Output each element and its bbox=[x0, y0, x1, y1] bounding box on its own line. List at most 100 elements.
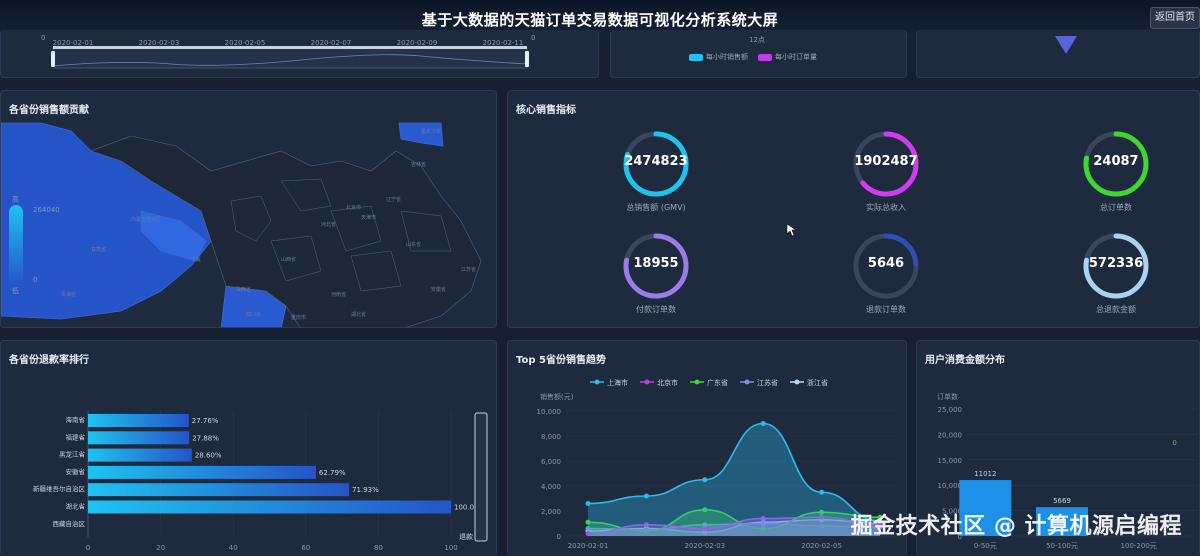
hourly-panel: 12点 每小时销售额 每小时订单量 bbox=[610, 30, 907, 78]
refund-rank-chart: 0 20 40 60 80 100 海南省 27.76% 福建省 27.88% 黑龙江省 28.60%… bbox=[33, 411, 488, 552]
bar-value-label: 62.79% bbox=[319, 469, 346, 477]
map-place-label: 山西省 bbox=[281, 256, 296, 263]
kpi-card: 18955 付款订单数 bbox=[596, 231, 716, 315]
map-place-label: 湖北省 bbox=[351, 311, 366, 318]
refund-rank-panel: 各省份退款率排行 0 20 40 60 80 100 海南省 27.76% 福建省 27.88% 黑… bbox=[0, 340, 497, 556]
refund-bar[interactable] bbox=[88, 483, 350, 497]
y-category-label: 安徽省 bbox=[66, 467, 86, 476]
y-category-label: 福建省 bbox=[66, 432, 86, 441]
map-place-label: 河南省 bbox=[331, 291, 346, 298]
data-point[interactable] bbox=[643, 493, 649, 499]
kpi-ring: 1902487 bbox=[851, 129, 921, 199]
x-tick-label: 100-200元 bbox=[1121, 542, 1157, 550]
zoom-selected-bar[interactable] bbox=[53, 46, 527, 49]
map-place-label: 安徽省 bbox=[431, 286, 446, 293]
legend-marker[interactable] bbox=[644, 379, 650, 385]
y-tick-label: 20,000 bbox=[938, 431, 963, 439]
data-point[interactable] bbox=[585, 501, 591, 506]
date-tick-label: 2020-02-11 bbox=[483, 39, 524, 47]
legend-hourly-orders[interactable]: 每小时订单量 bbox=[758, 52, 817, 62]
refund-bar[interactable] bbox=[88, 448, 192, 462]
watermark-text: 掘金技术社区 @ 计算机源启编程 bbox=[850, 514, 1182, 539]
date-tick-label: 2020-02-03 bbox=[139, 39, 180, 47]
page-title: 基于大数据的天猫订单交易数据可视化分析系统大屏 bbox=[421, 11, 779, 29]
map-place-label: 辽宁省 bbox=[386, 196, 401, 203]
legend-min-value: 0 bbox=[33, 276, 38, 284]
legend-hourly-sales[interactable]: 每小时销售额 bbox=[689, 52, 748, 62]
data-point[interactable] bbox=[702, 477, 708, 483]
legend-low-label: 低 bbox=[12, 287, 19, 295]
mouse-cursor-icon bbox=[786, 223, 797, 237]
date-tick-label: 2020-02-05 bbox=[225, 39, 266, 47]
y-axis-label: 订单数 bbox=[937, 392, 958, 401]
zoom-handle-right[interactable] bbox=[525, 51, 529, 67]
kpi-card: 24087 总订单数 bbox=[1056, 129, 1176, 213]
y-tick-label: 10,000 bbox=[537, 408, 562, 416]
kpi-value: 2474823 bbox=[624, 154, 688, 169]
refund-bar[interactable] bbox=[88, 431, 190, 445]
legend-label: 江苏省 bbox=[757, 378, 778, 387]
map-place-label: 北京市 bbox=[346, 204, 361, 211]
legend-gradient-bar[interactable] bbox=[9, 205, 23, 285]
back-home-button[interactable]: 返回首页 bbox=[1150, 7, 1200, 29]
legend-marker[interactable] bbox=[744, 379, 750, 385]
map-legend[interactable]: 高 264040 0 低 bbox=[9, 195, 60, 295]
kpi-ring: 5646 bbox=[851, 231, 921, 301]
kpi-card: 2474823 总销售额 (GMV) bbox=[596, 129, 716, 213]
x-tick-label: 20 bbox=[156, 544, 165, 552]
data-point[interactable] bbox=[819, 489, 825, 495]
legend-high-label: 高 bbox=[12, 196, 19, 204]
legend-label: 浙江省 bbox=[807, 378, 828, 387]
x-tick-label: 50-100元 bbox=[1046, 542, 1078, 550]
kpi-value: 18955 bbox=[633, 256, 679, 271]
legend-marker[interactable] bbox=[794, 379, 800, 385]
legend-marker[interactable] bbox=[594, 379, 600, 385]
legend-label: 广东省 bbox=[707, 378, 728, 387]
map-place-label: 江苏省 bbox=[461, 266, 476, 273]
map-place-label: 宁夏 bbox=[191, 256, 201, 263]
map-place-label: 陕西省 bbox=[236, 286, 251, 293]
x-tick-label: 0 bbox=[86, 544, 90, 552]
legend-marker[interactable] bbox=[694, 379, 700, 385]
kpi-ring: 24087 bbox=[1081, 129, 1151, 199]
map-place-label: 黑龙江省 bbox=[421, 128, 441, 135]
series-area bbox=[588, 423, 880, 536]
map-place-label: 天津市 bbox=[361, 214, 376, 221]
y-tick-label: 4,000 bbox=[541, 483, 561, 491]
date-axis: 2020-02-01 2020-02-03 2020-02-05 2020-02-07… bbox=[53, 39, 524, 47]
y-category-label: 湖北省 bbox=[66, 502, 86, 511]
zoom-slider-vertical[interactable] bbox=[474, 412, 488, 542]
x-tick-label: 100 bbox=[444, 544, 457, 552]
daily-trend-slider: 0 0 2020-02-01 2020-02-03 2020-02-05 2020-0… bbox=[41, 34, 535, 69]
map-place-label: 山东省 bbox=[406, 241, 421, 248]
y-tick-label: 10,000 bbox=[938, 482, 963, 490]
kpi-value: 24087 bbox=[1093, 154, 1139, 169]
x-tick-label: 2020-02-03 bbox=[684, 542, 725, 550]
kpi-ring: 572336 bbox=[1081, 231, 1151, 301]
kpi-label: 总销售额 (GMV) bbox=[626, 203, 686, 212]
bar-value-label: 11012 bbox=[974, 470, 996, 478]
refund-bar[interactable] bbox=[88, 500, 451, 514]
refund-bar[interactable] bbox=[88, 465, 316, 479]
map-place-label: 内蒙古自治区 bbox=[131, 216, 161, 223]
kpi-value: 5646 bbox=[867, 256, 905, 271]
map-place-label: 河北省 bbox=[321, 221, 336, 228]
date-tick-label: 2020-02-07 bbox=[311, 39, 352, 47]
kpi-label: 总订单数 bbox=[1100, 203, 1132, 212]
zoom-range-track[interactable] bbox=[52, 47, 528, 69]
kpi-card: 1902487 实际总收入 bbox=[826, 129, 946, 213]
kpi-label: 付款订单数 bbox=[636, 305, 676, 314]
map-place-label: 甘肃省 bbox=[91, 246, 106, 253]
zoom-handle-left[interactable] bbox=[51, 51, 55, 67]
date-tick-label: 2020-02-09 bbox=[397, 39, 438, 47]
province-map-panel: 各省份销售额贡献 内蒙古自治区 黑龙江省 吉林省 辽宁省 甘肃省 宁夏 青海省 陕西省 山西省河… bbox=[0, 90, 497, 328]
y-tick-label: 8,000 bbox=[541, 433, 561, 441]
y-category-label: 海南省 bbox=[66, 415, 86, 424]
kpi-value: 572336 bbox=[1088, 256, 1144, 271]
data-point[interactable] bbox=[760, 421, 766, 426]
refund-bar[interactable] bbox=[88, 414, 189, 427]
top5-trend-panel: Top 5省份销售趋势 0 2,000 4,000 6,000 8,000 10,000 销… bbox=[507, 340, 907, 556]
map-place-label: 重庆市 bbox=[291, 314, 306, 321]
x-axis-name: 退款 bbox=[459, 532, 473, 541]
kpi-panel: 核心销售指标 2474823 总销售额 (GMV) 1902487 实际总收入 2408… bbox=[507, 90, 1200, 328]
